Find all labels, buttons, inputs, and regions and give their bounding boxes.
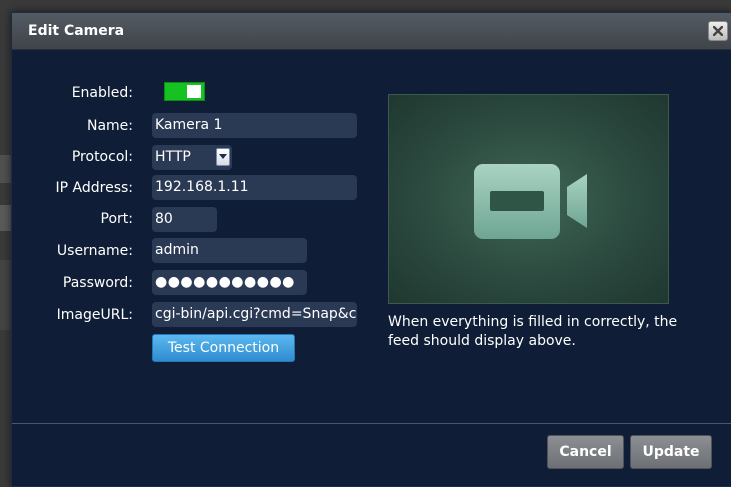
test-connection-button[interactable]: Test Connection: [152, 334, 295, 362]
chevron-down-icon[interactable]: [216, 148, 230, 166]
protocol-label: Protocol:: [71, 149, 133, 165]
edit-camera-dialog: Edit Camera Enabled: Name: Protocol: IP …: [11, 12, 731, 487]
password-label: Password:: [62, 275, 133, 291]
ip-address-field[interactable]: 192.168.1.11: [152, 175, 357, 200]
password-field[interactable]: ●●●●●●●●●●●: [152, 270, 307, 295]
port-label: Port:: [100, 211, 133, 227]
port-field[interactable]: 80: [152, 207, 217, 232]
protocol-select[interactable]: HTTP: [152, 145, 232, 170]
update-button[interactable]: Update: [630, 435, 712, 469]
cancel-button[interactable]: Cancel: [547, 435, 624, 469]
ip-address-label: IP Address:: [55, 180, 134, 196]
username-field[interactable]: admin: [152, 238, 307, 263]
protocol-value: HTTP: [155, 149, 191, 165]
toggle-knob: [187, 85, 201, 98]
close-button[interactable]: [708, 21, 728, 41]
preview-help-text: When everything is filled in correctly, …: [388, 314, 678, 349]
username-label: Username:: [56, 243, 133, 259]
name-field[interactable]: Kamera 1: [152, 113, 357, 138]
enabled-label: Enabled:: [71, 85, 133, 101]
image-url-label: ImageURL:: [56, 307, 133, 323]
dialog-titlebar: Edit Camera: [12, 13, 731, 50]
video-camera-icon: [474, 164, 587, 239]
footer-divider: [12, 423, 731, 424]
dialog-title: Edit Camera: [28, 23, 125, 39]
enabled-toggle[interactable]: [164, 82, 205, 101]
name-label: Name:: [86, 118, 133, 134]
image-url-field[interactable]: cgi-bin/api.cgi?cmd=Snap&ch: [152, 302, 357, 327]
camera-preview: [388, 94, 669, 304]
close-icon: [713, 26, 723, 36]
